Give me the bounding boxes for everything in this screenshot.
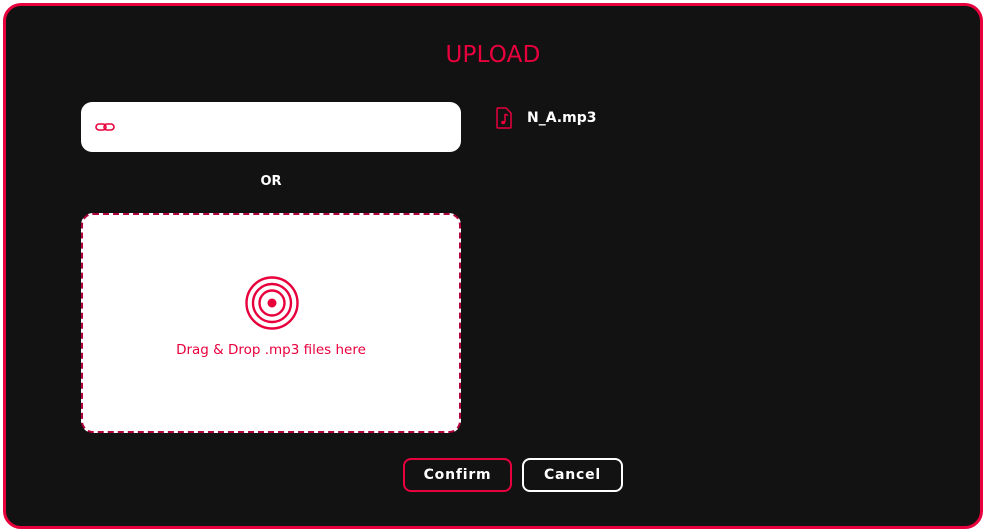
dialog-title: UPLOAD — [445, 42, 541, 68]
disc-icon — [245, 276, 299, 330]
or-divider: OR — [260, 174, 282, 189]
music-file-icon — [496, 107, 512, 129]
link-icon — [95, 123, 115, 131]
upload-dialog: UPLOAD OR Drag & Drop .mp3 files here N_… — [3, 3, 983, 529]
url-input[interactable] — [123, 102, 453, 152]
dropzone-label: Drag & Drop .mp3 files here — [176, 342, 366, 358]
file-name: N_A.mp3 — [527, 110, 597, 126]
url-input-container[interactable] — [81, 102, 461, 152]
confirm-button[interactable]: Confirm — [403, 458, 512, 492]
file-dropzone[interactable]: Drag & Drop .mp3 files here — [81, 213, 461, 433]
cancel-button[interactable]: Cancel — [522, 458, 623, 492]
